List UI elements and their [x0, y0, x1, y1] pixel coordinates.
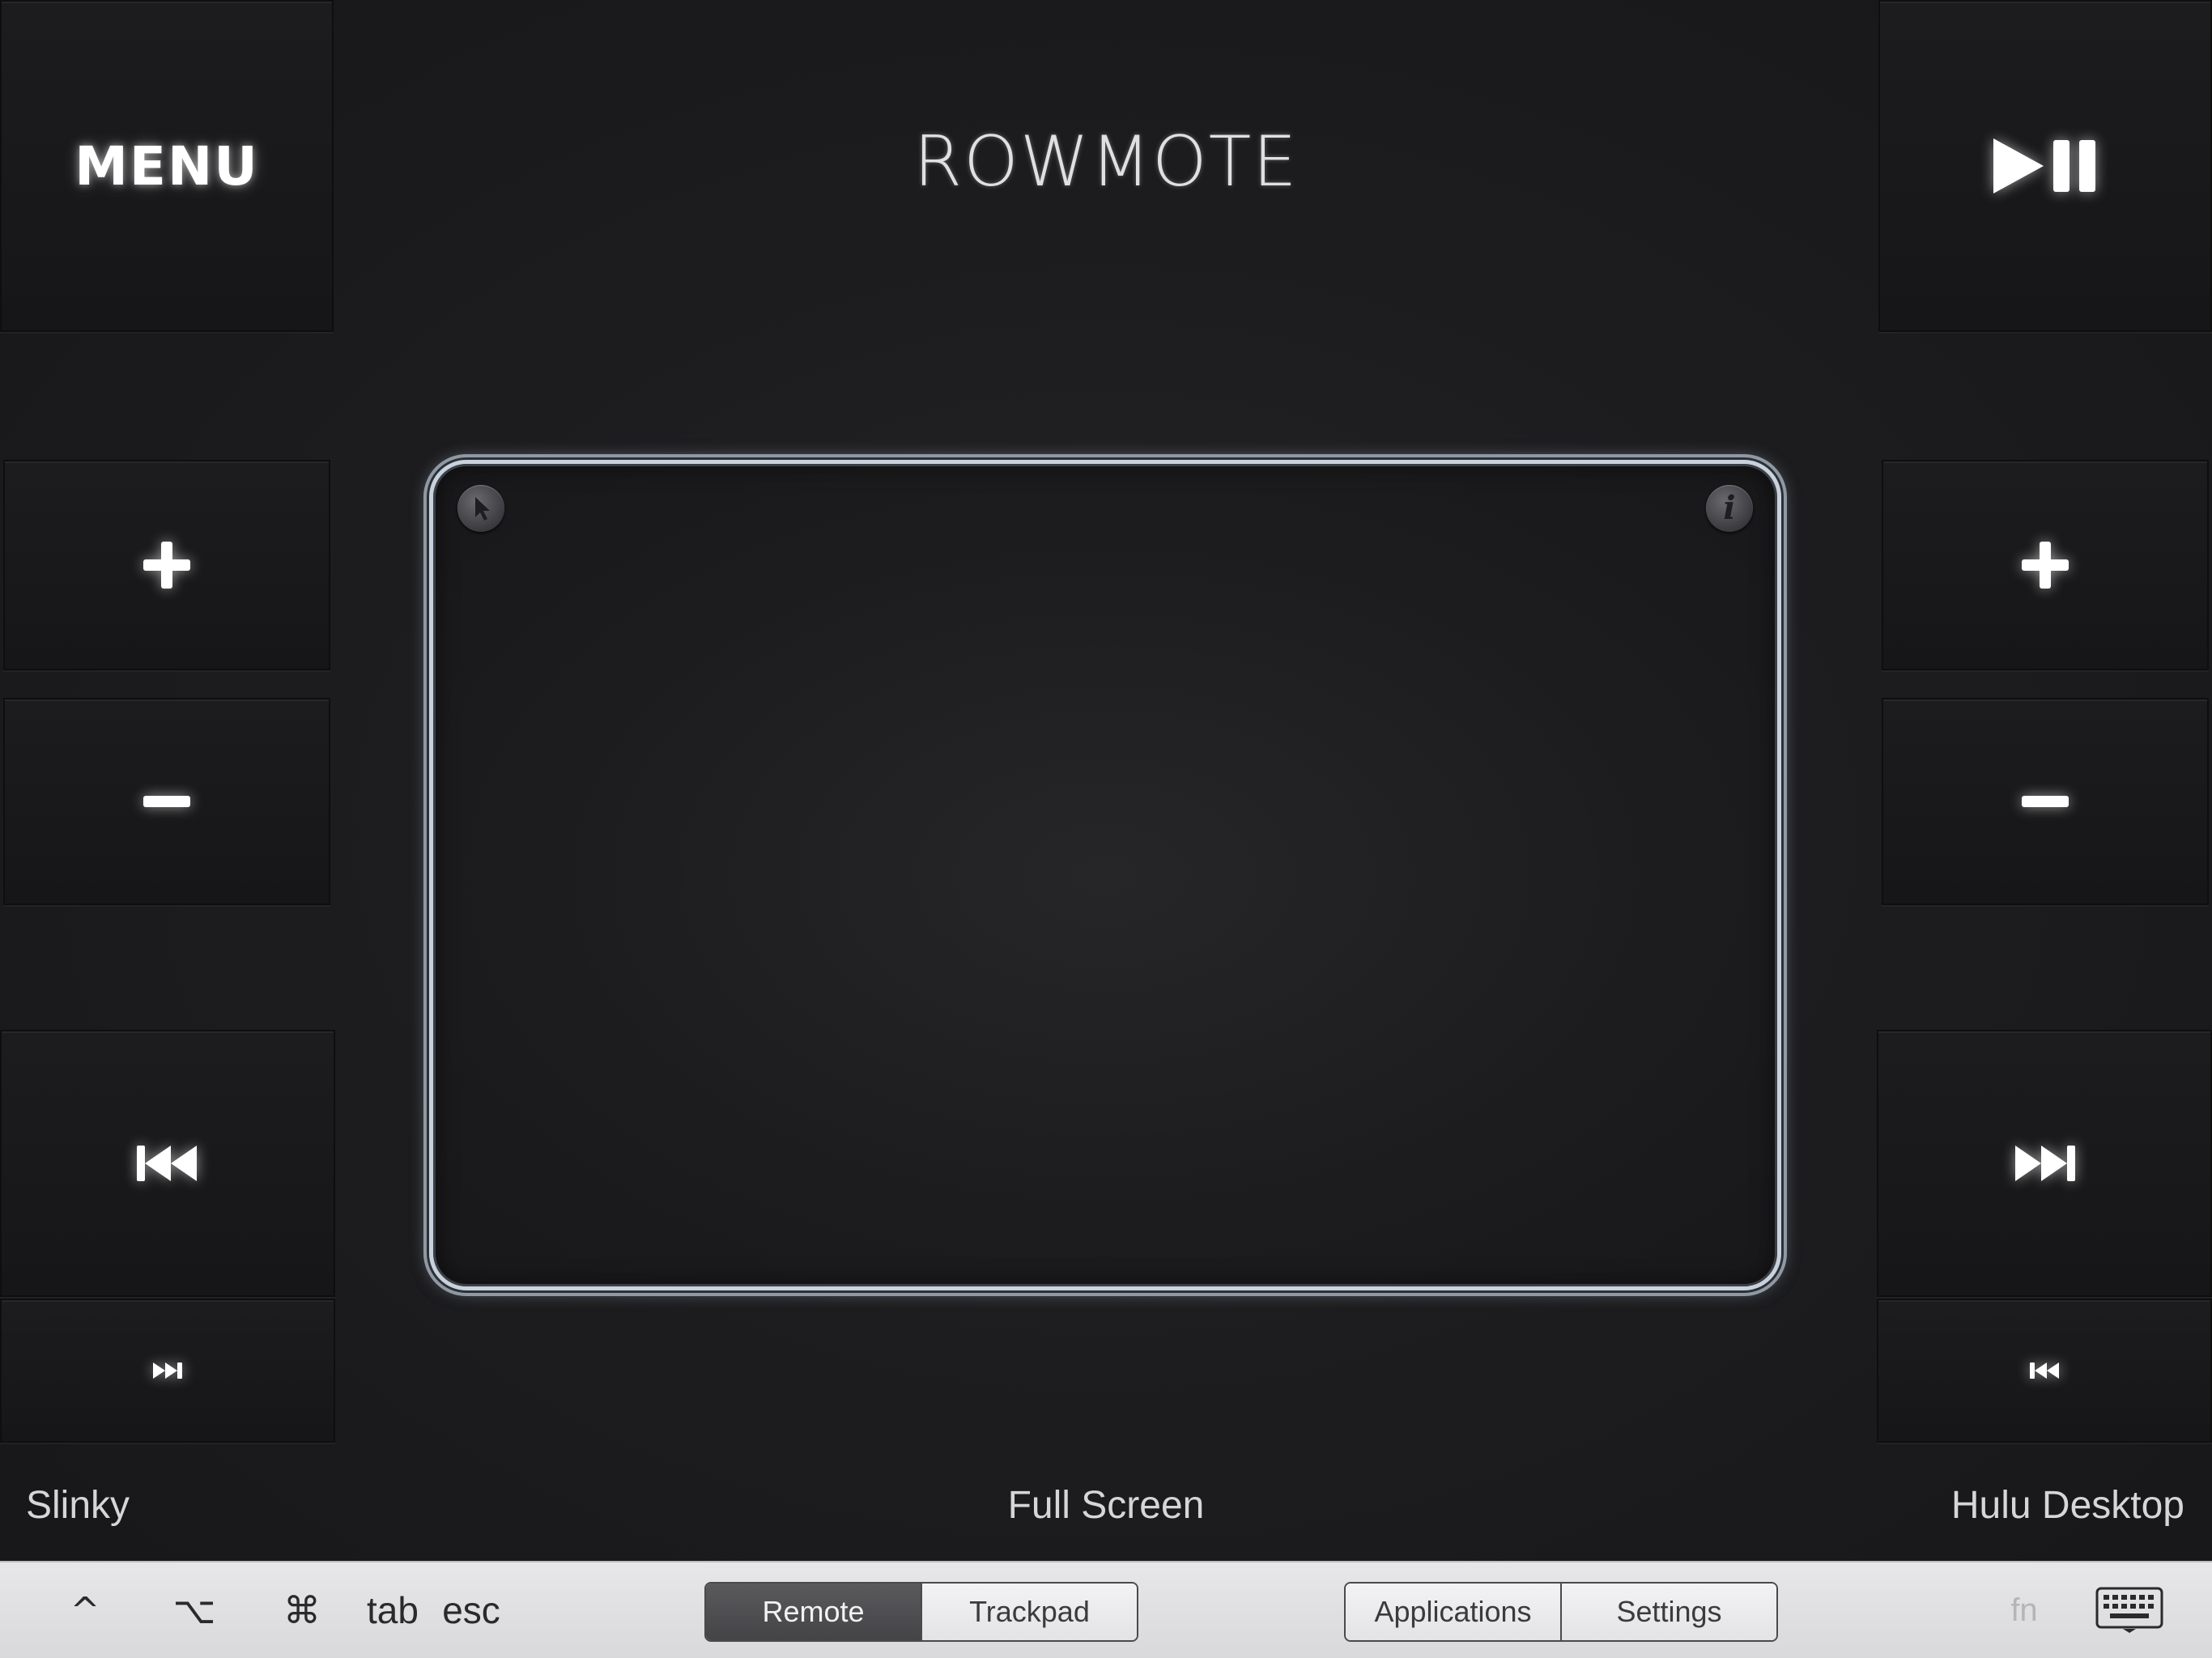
tab-remote[interactable]: Remote [706, 1584, 921, 1640]
control-key-label: ^ [70, 1589, 100, 1631]
right-volume-down-button[interactable] [1882, 698, 2209, 905]
keyboard-icon[interactable] [2095, 1587, 2163, 1634]
play-pause-icon [1993, 138, 2095, 193]
skip-forward-icon [153, 1363, 182, 1379]
tab-key[interactable]: tab [360, 1562, 425, 1658]
menu-button-label: MENU [74, 134, 259, 198]
right-rewind-button[interactable] [1877, 1299, 2212, 1443]
play-pause-button[interactable] [1878, 0, 2212, 332]
tab-key-label: tab [367, 1589, 419, 1631]
left-volume-up-button[interactable] [3, 460, 330, 670]
tab-trackpad[interactable]: Trackpad [921, 1584, 1137, 1640]
previous-track-button[interactable] [0, 1030, 335, 1297]
plus-icon [143, 542, 190, 589]
control-key[interactable]: ^ [57, 1562, 113, 1658]
tab-settings[interactable]: Settings [1560, 1584, 1776, 1640]
tab-applications[interactable]: Applications [1346, 1584, 1560, 1640]
command-key[interactable]: ⌘ [270, 1562, 334, 1658]
fn-key[interactable]: fn [1984, 1562, 2065, 1658]
info-icon[interactable]: i [1706, 485, 1753, 532]
plus-icon [2022, 542, 2069, 589]
bottom-toolbar: ^ ⌥ ⌘ tab esc Remote Trackpad Applicatio… [0, 1561, 2212, 1658]
right-app-label: Hulu Desktop [1950, 1484, 2184, 1527]
info-glyph: i [1723, 489, 1736, 527]
menu-button[interactable]: MENU [0, 0, 334, 332]
command-key-label: ⌘ [283, 1588, 321, 1632]
trackpad-area[interactable]: i [429, 460, 1781, 1290]
rowmote-app: ROWMOTE MENU i Slinky Full Screen Hulu D… [0, 0, 2212, 1658]
mode-segmented-control: Remote Trackpad [704, 1582, 1138, 1642]
right-volume-up-button[interactable] [1882, 460, 2209, 670]
skip-back-icon [2030, 1363, 2059, 1379]
left-fast-forward-button[interactable] [0, 1299, 335, 1443]
cursor-icon[interactable] [457, 485, 504, 532]
option-key[interactable]: ⌥ [162, 1562, 227, 1658]
esc-key[interactable]: esc [437, 1562, 505, 1658]
center-mode-label: Full Screen [1007, 1484, 1205, 1527]
esc-key-label: esc [442, 1589, 500, 1631]
skip-back-icon [137, 1146, 197, 1181]
fn-key-label: fn [2010, 1592, 2038, 1628]
option-key-label: ⌥ [172, 1588, 216, 1632]
skip-forward-icon [2015, 1146, 2075, 1181]
left-volume-down-button[interactable] [3, 698, 330, 905]
minus-icon [2022, 796, 2069, 807]
nav-segmented-control: Applications Settings [1344, 1582, 1778, 1642]
left-app-label: Slinky [26, 1484, 130, 1527]
minus-icon [143, 796, 190, 807]
app-title: ROWMOTE [913, 121, 1299, 202]
next-track-button[interactable] [1877, 1030, 2212, 1297]
